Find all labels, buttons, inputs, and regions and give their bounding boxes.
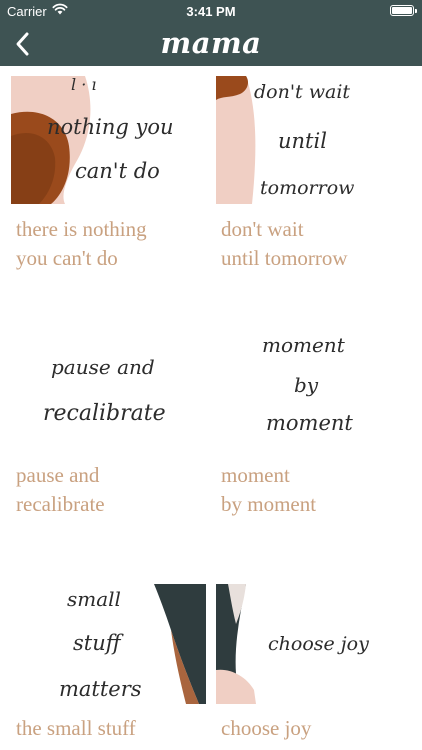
art-text-line: pause and: [51, 355, 155, 379]
caption-line: you can't do: [16, 246, 118, 270]
art-text-line: until: [278, 129, 327, 153]
art-text-line: choose joy: [268, 633, 369, 655]
quote-caption: pause and recalibrate: [16, 461, 211, 519]
quote-artwork: small stuff matters: [11, 584, 206, 704]
caption-line: recalibrate: [16, 492, 105, 516]
quote-card[interactable]: choose joy choose joy: [216, 584, 411, 750]
art-text-line: matters: [59, 677, 142, 701]
art-text-line: can't do: [75, 159, 160, 183]
caption-line: pause and: [16, 463, 100, 487]
clock: 3:41 PM: [186, 4, 236, 19]
battery-icon: [390, 5, 417, 16]
caption-line: moment: [221, 463, 290, 487]
caption-line: don't wait: [221, 217, 304, 241]
art-text-line: by: [294, 373, 319, 397]
quote-grid: l · ı nothing you can't do there is noth…: [0, 66, 422, 750]
caption-line: choose joy: [221, 716, 312, 740]
caption-line: until tomorrow: [221, 246, 348, 270]
quote-artwork: pause and recalibrate: [11, 330, 206, 458]
art-text-line: moment: [266, 411, 353, 435]
quote-artwork: choose joy: [216, 584, 411, 704]
caption-line: the small stuff: [16, 716, 136, 740]
quote-card[interactable]: don't wait until tomorrow don't wait unt…: [216, 76, 411, 276]
status-bar: Carrier 3:41 PM: [0, 0, 422, 22]
quote-artwork: moment by moment: [216, 330, 411, 458]
caption-line: by moment: [221, 492, 317, 516]
navigation-bar: mama: [0, 22, 422, 66]
quote-card[interactable]: small stuff matters the small stuff: [11, 584, 206, 750]
quote-caption: the small stuff: [16, 714, 211, 743]
art-text-line: tomorrow: [260, 177, 354, 199]
art-text-line: nothing you: [47, 115, 174, 139]
quote-caption: moment by moment: [221, 461, 416, 519]
battery-level: [392, 7, 412, 14]
art-text-line: stuff: [73, 631, 124, 655]
art-text-line: recalibrate: [43, 401, 166, 426]
quote-artwork: l · ı nothing you can't do: [11, 76, 206, 204]
svg-text:l · ı: l · ı: [71, 76, 97, 94]
quote-card[interactable]: moment by moment moment by moment: [216, 330, 411, 530]
quote-caption: don't wait until tomorrow: [221, 215, 416, 273]
quote-caption: choose joy: [221, 714, 416, 743]
page-title: mama: [160, 26, 262, 60]
caption-line: there is nothing: [16, 217, 147, 241]
art-text-line: small: [67, 587, 121, 611]
quote-card[interactable]: pause and recalibrate pause and recalibr…: [11, 330, 206, 530]
art-text-line: don't wait: [254, 81, 350, 103]
art-text-line: moment: [262, 333, 346, 357]
quote-card[interactable]: l · ı nothing you can't do there is noth…: [11, 76, 206, 276]
quote-artwork: don't wait until tomorrow: [216, 76, 411, 204]
quote-caption: there is nothing you can't do: [16, 215, 211, 273]
